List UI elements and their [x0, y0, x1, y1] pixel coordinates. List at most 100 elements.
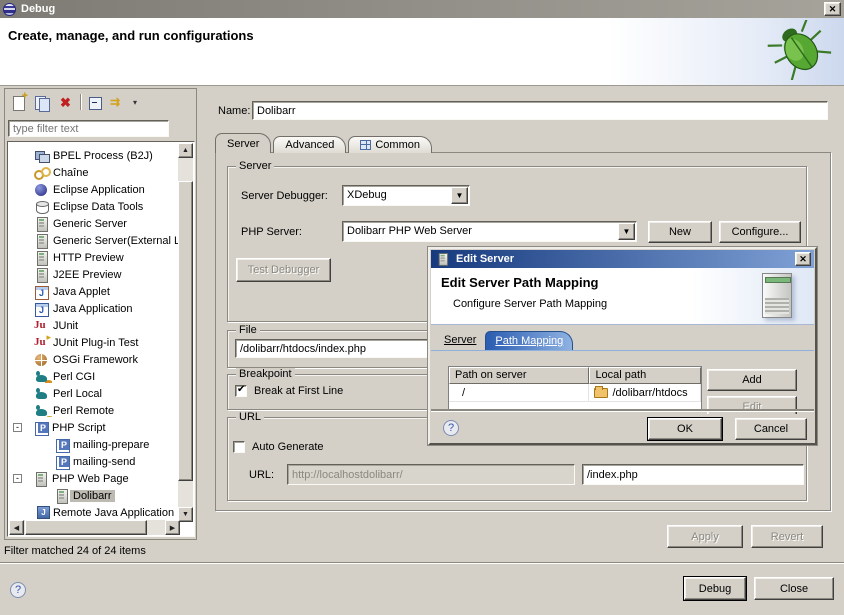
delete-configuration-icon[interactable]: ✖	[57, 94, 74, 111]
junit-plugin-icon	[34, 335, 50, 351]
tab-common[interactable]: Common	[348, 136, 432, 153]
revert-button[interactable]: Revert	[751, 525, 823, 548]
url-path-input[interactable]	[582, 464, 804, 485]
filter-icon[interactable]: ⇉	[110, 94, 127, 111]
tree-item-label: Eclipse Data Tools	[50, 201, 146, 213]
auto-generate-checkbox[interactable]	[233, 441, 245, 453]
duplicate-configuration-icon[interactable]	[34, 94, 51, 111]
edit-server-title: Edit Server	[456, 253, 514, 265]
tree-item-label: JUnit	[50, 320, 81, 332]
new-server-button[interactable]: New	[648, 221, 712, 243]
scroll-up-icon[interactable]: ▲	[178, 143, 193, 158]
scroll-down-icon[interactable]: ▼	[178, 507, 193, 522]
close-button[interactable]: Close	[754, 577, 834, 600]
tree-item[interactable]: Generic Server	[8, 215, 179, 232]
tree-item-label: Perl Local	[50, 388, 105, 400]
tree-item[interactable]: JUnit Plug-in Test	[8, 334, 179, 351]
edit-server-header: Edit Server Path Mapping Configure Serve…	[431, 268, 814, 325]
dialog-help-icon[interactable]: ?	[443, 420, 459, 436]
tree-item[interactable]: Eclipse Data Tools	[8, 198, 179, 215]
new-configuration-icon[interactable]	[11, 94, 28, 111]
tree-item-label: Dolibarr	[70, 490, 115, 502]
configure-button[interactable]: Configure...	[719, 221, 801, 243]
tree-item[interactable]: J2EE Preview	[8, 266, 179, 283]
tab-advanced[interactable]: Advanced	[273, 136, 346, 153]
tree-item[interactable]: Dolibarr	[8, 487, 179, 504]
tab-server-label: Server	[227, 136, 259, 152]
tree-item-label: Remote Java Application	[50, 507, 177, 519]
edit-server-titlebar[interactable]: Edit Server ✕	[431, 250, 814, 268]
collapse-toggle-icon[interactable]: -	[13, 423, 22, 432]
column-local-path[interactable]: Local path	[589, 367, 701, 384]
tree-item[interactable]: Chaîne	[8, 164, 179, 181]
tree-item[interactable]: -PHP Web Page	[8, 470, 179, 487]
tree-item[interactable]: mailing-send	[8, 453, 179, 470]
server-debugger-label: Server Debugger:	[241, 190, 328, 202]
table-row[interactable]: //dolibarr/htdocs	[449, 384, 701, 402]
tree-item-label: Java Application	[50, 303, 136, 315]
ok-button[interactable]: OK	[648, 418, 722, 440]
tree-item[interactable]: JUnit	[8, 317, 179, 334]
php-icon	[54, 437, 70, 453]
collapse-toggle-icon[interactable]: -	[13, 474, 22, 483]
debug-button[interactable]: Debug	[684, 577, 746, 600]
combo-arrow-icon[interactable]: ▼	[618, 223, 635, 240]
window-titlebar[interactable]: Debug ✕	[0, 0, 844, 18]
path-mapping-table[interactable]: Path on server Local path //dolibarr/htd…	[448, 366, 702, 412]
eclipse-logo-icon	[3, 3, 16, 16]
test-debugger-button[interactable]: Test Debugger	[236, 258, 331, 282]
tree-item-label: mailing-send	[70, 456, 138, 468]
tree-item[interactable]: -PHP Script	[8, 419, 179, 436]
tree-item[interactable]: Eclipse Application	[8, 181, 179, 198]
configuration-tree[interactable]: BPEL Process (B2J) Chaîne Eclipse Applicat…	[7, 141, 195, 537]
server-icon	[34, 233, 50, 249]
bpel-process-icon	[34, 148, 50, 164]
filter-dropdown-arrow-icon[interactable]: ▾	[133, 94, 141, 111]
edit-server-close-button[interactable]: ✕	[795, 252, 811, 266]
window-close-button[interactable]: ✕	[824, 2, 841, 16]
collapse-all-icon[interactable]	[87, 94, 104, 111]
server-debugger-combo[interactable]: XDebug ▼	[342, 185, 470, 206]
tree-item[interactable]: Java Applet	[8, 283, 179, 300]
dialog-tab-server[interactable]: Server	[435, 331, 485, 350]
tree-item[interactable]: Perl CGI	[8, 368, 179, 385]
tree-item[interactable]: mailing-prepare	[8, 436, 179, 453]
toolbar-separator	[80, 94, 81, 110]
tree-item[interactable]: Generic Server(External La	[8, 232, 179, 249]
table-body: //dolibarr/htdocs	[449, 384, 701, 402]
dialog-tab-path-mapping[interactable]: Path Mapping	[485, 331, 573, 350]
cancel-button[interactable]: Cancel	[735, 418, 807, 440]
tree-item[interactable]: Perl Local	[8, 385, 179, 402]
combo-arrow-icon[interactable]: ▼	[451, 187, 468, 204]
vertical-scroll-thumb[interactable]	[178, 181, 193, 481]
tree-item-label: Chaîne	[50, 167, 91, 179]
filter-input[interactable]	[8, 120, 169, 137]
break-first-line-checkbox[interactable]	[235, 385, 247, 397]
tab-server[interactable]: Server	[215, 133, 271, 153]
name-input[interactable]	[252, 101, 828, 120]
scroll-left-icon[interactable]: ◀	[9, 520, 24, 535]
tree-vertical-scrollbar[interactable]: ▲ ▼	[178, 143, 193, 522]
tree-item[interactable]: Remote Java Application	[8, 504, 179, 521]
url-label: URL:	[249, 469, 274, 481]
edit-server-heading: Edit Server Path Mapping	[441, 275, 598, 290]
add-mapping-button[interactable]: Add	[707, 369, 797, 391]
horizontal-scroll-thumb[interactable]	[25, 520, 147, 535]
auto-generate-label: Auto Generate	[252, 441, 324, 453]
tree-item[interactable]: HTTP Preview	[8, 249, 179, 266]
tree-item[interactable]: BPEL Process (B2J)	[8, 147, 179, 164]
php-server-combo[interactable]: Dolibarr PHP Web Server ▼	[342, 221, 637, 242]
tree-item[interactable]: Perl Remote	[8, 402, 179, 419]
bug-icon	[766, 20, 836, 83]
table-icon	[360, 140, 371, 150]
tree-item[interactable]: Java Application	[8, 300, 179, 317]
tree-item[interactable]: OSGi Framework	[8, 351, 179, 368]
scroll-right-icon[interactable]: ▶	[165, 520, 180, 535]
apply-button[interactable]: Apply	[667, 525, 743, 548]
help-icon[interactable]: ?	[10, 582, 26, 598]
column-path-on-server[interactable]: Path on server	[449, 367, 589, 384]
tree-item-label: BPEL Process (B2J)	[50, 150, 156, 162]
tree-horizontal-scrollbar[interactable]: ◀ ▶	[9, 520, 180, 535]
java-applet-icon	[34, 284, 50, 300]
server-icon	[436, 252, 450, 266]
